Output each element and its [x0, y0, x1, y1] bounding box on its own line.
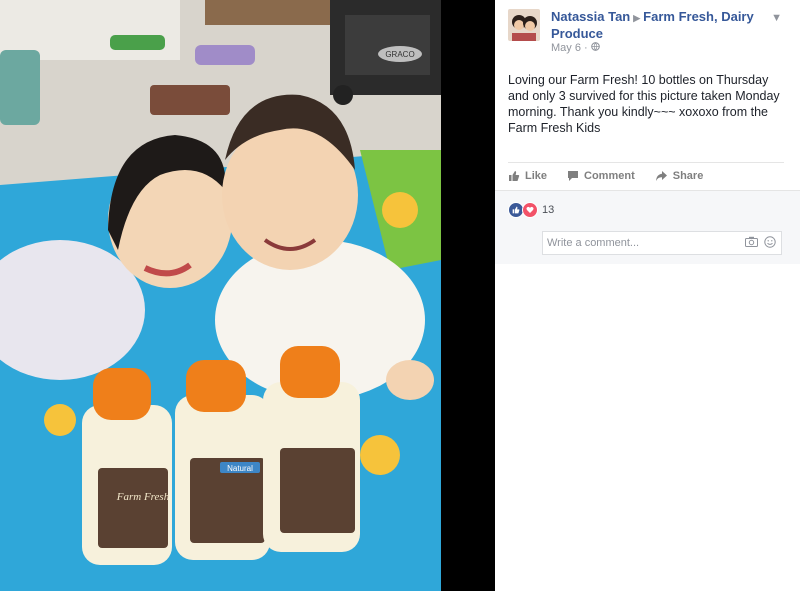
post-meta: May 6 ·: [551, 42, 600, 54]
comment-label: Comment: [584, 170, 635, 182]
bottle-badge-text: Natural: [227, 464, 253, 473]
post-actions-bar: Like Comment Share: [508, 162, 784, 189]
love-reaction-icon: [522, 202, 538, 218]
share-arrow-icon: [655, 171, 667, 181]
post-photo[interactable]: GRACO Farm Fresh Natural: [0, 0, 441, 591]
social-section: 13 Write a comment...: [495, 190, 800, 264]
comment-placeholder: Write a comment...: [547, 237, 640, 249]
bottle-brand-text: Farm Fresh: [116, 491, 170, 503]
globe-icon: [590, 42, 600, 54]
comment-input-icons: [745, 236, 776, 251]
like-label: Like: [525, 170, 548, 182]
photo-illustration: GRACO Farm Fresh Natural: [0, 0, 441, 591]
avatar-image: [508, 9, 540, 41]
reactions-summary[interactable]: 13: [508, 202, 554, 218]
playpen-brand-text: GRACO: [385, 50, 414, 59]
share-button[interactable]: Share: [655, 170, 704, 182]
post-details-panel: Natassia Tan ▶ Farm Fresh, Dairy Produce M…: [495, 0, 800, 591]
comment-input[interactable]: Write a comment...: [542, 231, 782, 255]
comment-icon: [568, 171, 579, 181]
post-author-line: Natassia Tan ▶ Farm Fresh, Dairy Produce: [551, 9, 761, 42]
post-header: Natassia Tan ▶ Farm Fresh, Dairy Produce M…: [495, 0, 800, 60]
share-label: Share: [672, 170, 704, 182]
emoji-icon[interactable]: [764, 236, 776, 251]
reaction-count: 13: [542, 204, 555, 216]
triangle-right-icon: ▶: [633, 13, 641, 23]
camera-icon[interactable]: [745, 236, 758, 251]
thumbs-up-icon: [509, 171, 520, 181]
author-name-link[interactable]: Natassia Tan: [551, 9, 630, 24]
post-date[interactable]: May 6: [551, 42, 581, 54]
post-options-icon[interactable]: ▼: [771, 12, 782, 24]
comment-button[interactable]: Comment: [567, 170, 635, 182]
post-text: Loving our Farm Fresh! 10 bottles on Thu…: [508, 73, 780, 135]
avatar[interactable]: [508, 9, 540, 41]
like-button[interactable]: Like: [508, 170, 547, 182]
